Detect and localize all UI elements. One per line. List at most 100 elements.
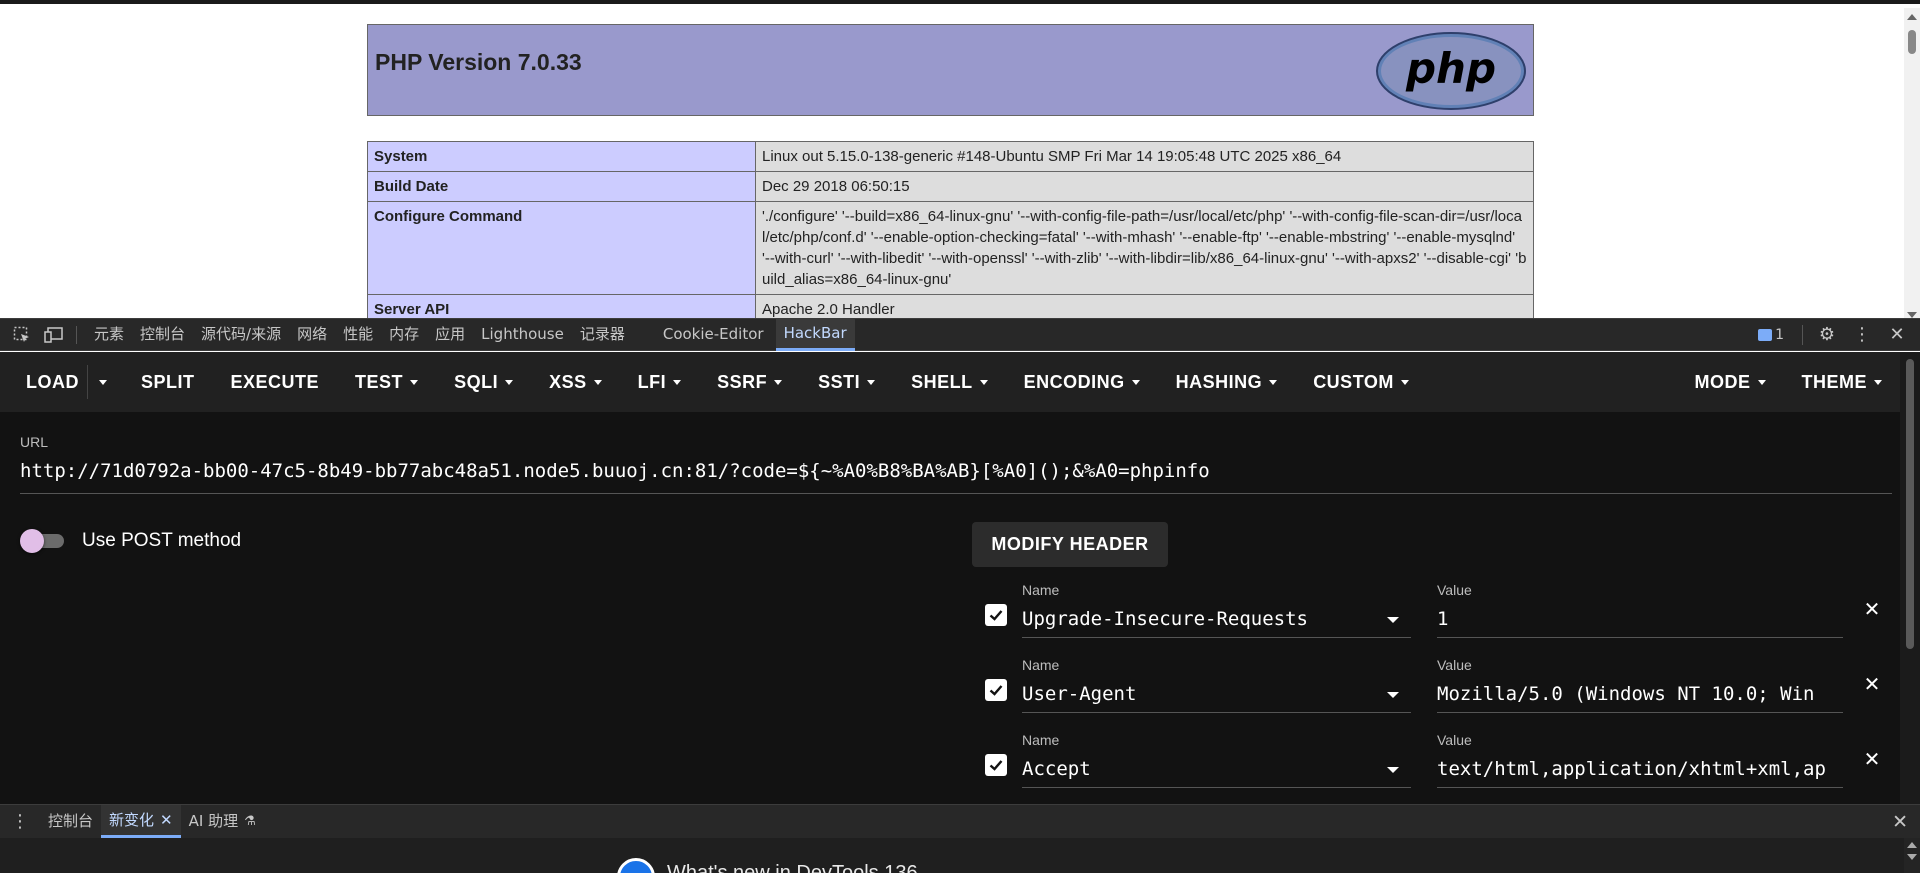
table-row: Server API Apache 2.0 Handler	[367, 294, 1534, 318]
menu-mode[interactable]: MODE	[1677, 352, 1784, 412]
menu-xss[interactable]: XSS	[531, 352, 620, 412]
chevron-down-icon	[593, 379, 602, 385]
page-scrollbar[interactable]	[1904, 8, 1920, 318]
url-input[interactable]: http://71d0792a-bb00-47c5-8b49-bb77abc48…	[20, 460, 1892, 494]
close-icon[interactable]: ✕	[1885, 323, 1909, 347]
menu-custom[interactable]: CUSTOM	[1295, 352, 1427, 412]
tab-elements[interactable]: 元素	[86, 318, 132, 351]
chevron-down-icon	[1400, 379, 1409, 385]
php-version-title: PHP Version 7.0.33	[375, 49, 582, 75]
page-viewport: PHP Version 7.0.33 php System Linux out …	[0, 0, 1920, 318]
header-value-input[interactable]: Value Mozilla/5.0 (Windows NT 10.0; Win	[1437, 655, 1843, 713]
drawer-tab-whats-new[interactable]: 新变化 ✕	[101, 805, 181, 838]
devtools-logo-icon	[617, 858, 655, 873]
url-label: URL	[20, 434, 49, 450]
header-name-select[interactable]: Name Upgrade-Insecure-Requests	[1022, 580, 1411, 638]
inspect-element-icon[interactable]	[12, 325, 32, 345]
row-key: Configure Command	[367, 201, 756, 295]
header-enabled-checkbox[interactable]	[985, 604, 1007, 626]
menu-label: SSRF	[717, 371, 768, 392]
more-vert-icon[interactable]: ⋮	[0, 811, 40, 832]
more-vert-icon[interactable]: ⋮	[1850, 323, 1874, 347]
gear-icon[interactable]: ⚙	[1815, 323, 1839, 347]
row-key: Build Date	[367, 171, 756, 202]
menu-label: THEME	[1801, 371, 1867, 392]
menu-hashing[interactable]: HASHING	[1158, 352, 1296, 412]
drawer-tab-ai-assistant[interactable]: AI 助理 ⚗	[181, 805, 264, 838]
drawer-tab-console[interactable]: 控制台	[40, 805, 101, 838]
load-dropdown-button[interactable]	[87, 365, 117, 399]
menu-sqli[interactable]: SQLI	[436, 352, 531, 412]
tab-application[interactable]: 应用	[427, 318, 473, 351]
menu-theme[interactable]: THEME	[1784, 352, 1901, 412]
tab-memory[interactable]: 内存	[381, 318, 427, 351]
chevron-down-icon	[1269, 379, 1278, 385]
execute-button[interactable]: EXECUTE	[213, 352, 338, 412]
issues-icon	[1758, 328, 1773, 341]
header-value-input[interactable]: Value text/html,application/xhtml+xml,ap	[1437, 730, 1843, 788]
scroll-up-icon[interactable]	[1907, 842, 1917, 848]
tab-network[interactable]: 网络	[289, 318, 335, 351]
tab-performance[interactable]: 性能	[335, 318, 381, 351]
header-row: Name Upgrade-Insecure-Requests Value 1 ✕	[985, 580, 1880, 646]
modify-header-button[interactable]: MODIFY HEADER	[972, 522, 1168, 567]
tab-cookie-editor[interactable]: Cookie-Editor	[655, 318, 772, 351]
drawer-tab-bar: ⋮ 控制台 新变化 ✕ AI 助理 ⚗ ✕	[0, 804, 1920, 838]
scroll-thumb[interactable]	[1906, 359, 1914, 649]
close-drawer-icon[interactable]: ✕	[1892, 811, 1908, 833]
browser-window: { "page": { "php_version": "PHP Version …	[0, 0, 1920, 873]
scroll-up-icon[interactable]	[1907, 14, 1917, 20]
menu-test[interactable]: TEST	[337, 352, 436, 412]
value-label: Value	[1437, 657, 1472, 673]
load-button[interactable]: LOAD	[0, 352, 87, 412]
menu-label: LFI	[637, 371, 667, 392]
chevron-down-icon	[867, 379, 876, 385]
row-value: Linux out 5.15.0-138-generic #148-Ubuntu…	[755, 141, 1534, 172]
remove-header-icon[interactable]: ✕	[1862, 675, 1882, 695]
tab-recorder[interactable]: 记录器	[572, 318, 633, 351]
drawer-tab-label: 新变化	[109, 811, 155, 829]
issues-counter[interactable]: 1	[1758, 327, 1784, 343]
header-value: Mozilla/5.0 (Windows NT 10.0; Win	[1437, 683, 1815, 705]
split-button[interactable]: SPLIT	[123, 352, 213, 412]
chevron-down-icon	[410, 379, 419, 385]
menu-shell[interactable]: SHELL	[893, 352, 1006, 412]
header-value: text/html,application/xhtml+xml,ap	[1437, 758, 1826, 780]
name-label: Name	[1022, 732, 1060, 748]
menu-ssti[interactable]: SSTI	[800, 352, 893, 412]
hackbar-toolbar: LOAD SPLIT EXECUTE TEST SQLI XSS LFI SSR…	[0, 352, 1900, 412]
scroll-thumb[interactable]	[1908, 30, 1916, 54]
device-toolbar-icon[interactable]	[44, 325, 64, 345]
remove-header-icon[interactable]: ✕	[1862, 600, 1882, 620]
dropdown-arrow-icon	[1387, 692, 1399, 698]
menu-lfi[interactable]: LFI	[620, 352, 700, 412]
header-name-select[interactable]: Name Accept	[1022, 730, 1411, 788]
table-row: Build Date Dec 29 2018 06:50:15	[367, 171, 1534, 202]
row-value: Dec 29 2018 06:50:15	[755, 171, 1534, 202]
tab-console[interactable]: 控制台	[132, 318, 193, 351]
menu-encoding[interactable]: ENCODING	[1006, 352, 1158, 412]
drawer-tab-label: AI 助理	[188, 812, 239, 830]
header-name-select[interactable]: Name User-Agent	[1022, 655, 1411, 713]
scroll-down-icon[interactable]	[1907, 854, 1917, 860]
value-label: Value	[1437, 732, 1472, 748]
header-enabled-checkbox[interactable]	[985, 754, 1007, 776]
close-tab-icon[interactable]: ✕	[160, 805, 173, 835]
header-value-input[interactable]: Value 1	[1437, 580, 1843, 638]
tab-hackbar[interactable]: HackBar	[775, 318, 855, 351]
header-enabled-checkbox[interactable]	[985, 679, 1007, 701]
remove-header-icon[interactable]: ✕	[1862, 750, 1882, 770]
chevron-down-icon	[774, 379, 783, 385]
menu-ssrf[interactable]: SSRF	[699, 352, 800, 412]
hackbar-scrollbar[interactable]	[1900, 352, 1920, 804]
tab-lighthouse[interactable]: Lighthouse	[473, 318, 572, 351]
post-method-toggle[interactable]	[20, 529, 68, 553]
chevron-down-icon	[98, 379, 107, 385]
header-value: 1	[1437, 608, 1449, 630]
tab-sources[interactable]: 源代码/来源	[193, 318, 289, 351]
dropdown-arrow-icon	[1387, 767, 1399, 773]
php-logo-text: php	[1405, 44, 1496, 93]
chevron-down-icon	[1757, 379, 1766, 385]
header-row: Name User-Agent Value Mozilla/5.0 (Windo…	[985, 655, 1880, 721]
drawer-scrollbar[interactable]	[1904, 838, 1920, 873]
